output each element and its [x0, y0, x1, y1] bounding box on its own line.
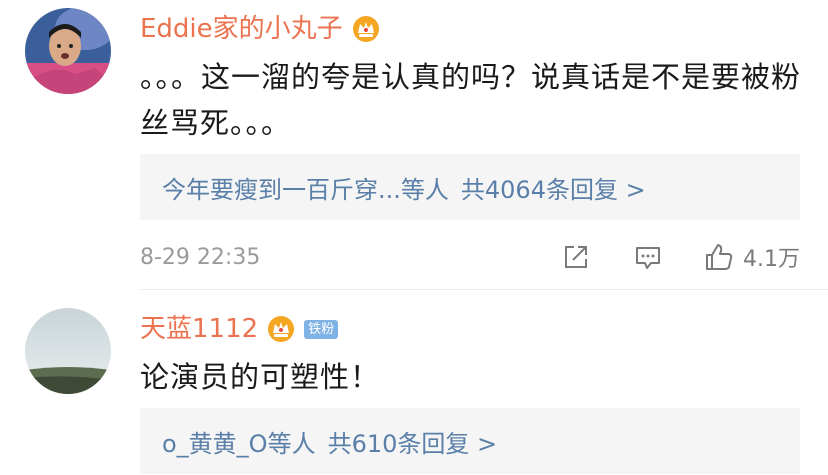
- thumbs-up-icon: [706, 244, 733, 270]
- reply-count: 共610条回复 >: [327, 429, 498, 458]
- like-count: 4.1万: [743, 247, 800, 272]
- comment-text: 。。。这一溜的夸是认真的吗？说真话是不是要被粉丝骂死。。。: [140, 60, 802, 140]
- comment-icon: [636, 247, 660, 269]
- avatar-photo: [25, 308, 111, 394]
- reply-count: 共4064条回复 >: [460, 175, 646, 204]
- avatar[interactable]: [25, 308, 111, 394]
- reply-names: 今年要瘦到一百斤穿...等人: [162, 175, 449, 204]
- replies-preview-button[interactable]: 今年要瘦到一百斤穿...等人 共4064条回复 >: [140, 154, 800, 220]
- comment-footer: 8-29 22:35 4.1万: [140, 240, 800, 274]
- comment-button[interactable]: [633, 242, 663, 272]
- like-button[interactable]: 4.1万: [703, 241, 800, 273]
- fan-badge: 铁粉: [304, 319, 339, 339]
- share-icon: [565, 246, 587, 268]
- avatar[interactable]: [25, 8, 111, 94]
- username-text: Eddie家的小丸子: [140, 14, 343, 44]
- timestamp: 8-29 22:35: [140, 244, 261, 270]
- username[interactable]: Eddie家的小丸子: [140, 14, 381, 44]
- vip-crown-icon: [268, 316, 295, 342]
- share-button[interactable]: [561, 242, 591, 272]
- comment-text: 论演员的可塑性！: [140, 360, 381, 394]
- username-text: 天蓝1112: [140, 314, 259, 344]
- username[interactable]: 天蓝1112 铁粉: [140, 314, 339, 344]
- comment-item: Eddie家的小丸子 。。。这一溜的夸是认真的吗？说真话是不是要被粉丝骂死。。。…: [0, 0, 828, 290]
- comment-actions: 4.1万: [561, 240, 800, 274]
- reply-names: o_黄黄_O等人: [162, 429, 316, 458]
- replies-preview-button[interactable]: o_黄黄_O等人 共610条回复 >: [140, 408, 800, 474]
- vip-crown-icon: [352, 16, 379, 42]
- avatar-photo: [25, 8, 111, 94]
- comment-item: 天蓝1112 铁粉 论演员的可塑性！ o_黄黄_O等人 共610条回复 >: [0, 290, 828, 475]
